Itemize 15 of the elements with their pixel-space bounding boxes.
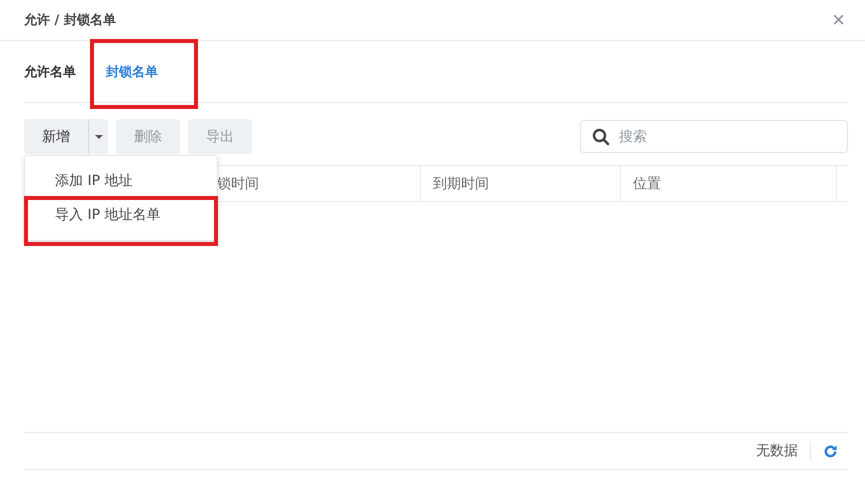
tab[interactable]: 允许名单 xyxy=(24,62,76,80)
search-field[interactable]: 搜索 xyxy=(580,120,848,153)
menu-item[interactable]: 添加 IP 地址 xyxy=(25,164,217,198)
toolbar-button[interactable]: 新增 xyxy=(24,119,88,154)
dropdown-button[interactable] xyxy=(88,119,108,154)
search-icon xyxy=(592,128,610,146)
refresh-icon xyxy=(823,444,838,458)
column-header: 位置 xyxy=(633,174,661,192)
menu-item[interactable]: 导入 IP 地址名单 xyxy=(25,198,217,232)
column-header: 到期时间 xyxy=(433,174,489,192)
column-header: 锁时间 xyxy=(217,174,259,192)
status-text: 无数据 xyxy=(756,442,811,460)
caret-icon xyxy=(94,134,102,138)
tab[interactable]: 封锁名单 xyxy=(106,62,158,80)
window-title: 允许 / 封锁名单 xyxy=(24,12,116,29)
